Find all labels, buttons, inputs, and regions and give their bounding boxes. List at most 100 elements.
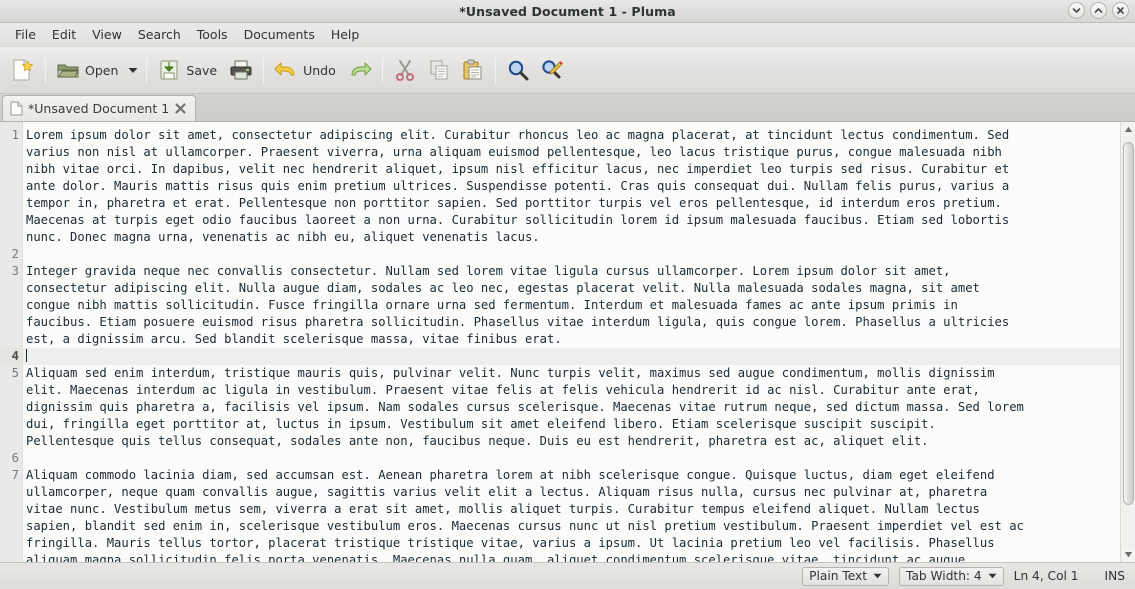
copy-button[interactable] [422,51,456,89]
scrollbar-track[interactable] [1121,136,1135,548]
triangle-down-icon [1124,552,1132,558]
toolbar-separator [146,57,148,83]
line-number [0,297,22,314]
scissors-icon [395,60,414,81]
text-line[interactable]: elit. Maecenas interdum ac ligula in ves… [23,382,1120,399]
text-line[interactable]: Maecenas at turpis eget odio faucibus la… [23,212,1120,229]
text-line[interactable]: est, a dignissim arcu. Sed blandit scele… [23,331,1120,348]
toolbar: Open Save Undo [0,47,1135,94]
save-button[interactable]: Save [152,51,224,89]
line-number [0,382,22,399]
text-line[interactable]: ante dolor. Mauris mattis risus quis eni… [23,178,1120,195]
line-number [0,178,22,195]
undo-arrow-icon [274,62,295,76]
maximize-button[interactable] [1090,2,1107,19]
line-number [0,195,22,212]
text-line[interactable] [23,246,1120,263]
open-dropdown-button[interactable] [125,51,141,89]
line-number-gutter: 1 2 3 45 6 7 [0,122,23,562]
line-number: 7 [11,468,19,482]
text-line[interactable]: tempor in, pharetra et erat. Pellentesqu… [23,195,1120,212]
minimize-button[interactable] [1068,2,1085,19]
redo-button[interactable] [343,51,377,89]
vertical-scrollbar[interactable] [1120,122,1135,562]
chevron-down-icon [128,67,138,73]
undo-button[interactable]: Undo [269,51,343,89]
line-number: 6 [11,451,19,465]
line-number [0,535,22,552]
menu-view[interactable]: View [84,24,130,46]
paste-button[interactable] [456,51,490,89]
line-number [0,280,22,297]
scroll-up-button[interactable] [1124,123,1133,136]
toolbar-separator [494,57,496,83]
menu-file[interactable]: File [7,24,44,46]
search-icon [508,60,529,81]
save-button-label: Save [186,62,218,78]
menu-help[interactable]: Help [323,24,368,46]
menu-search[interactable]: Search [130,24,189,46]
open-button[interactable]: Open [51,51,125,89]
menu-edit[interactable]: Edit [44,24,84,46]
line-number [0,212,22,229]
text-line[interactable]: Aliquam commodo lacinia diam, sed accums… [23,467,1120,484]
line-number: 1 [11,128,19,142]
printer-icon [230,60,252,80]
document-icon [10,101,23,116]
toolbar-separator [263,57,265,83]
close-button[interactable] [1112,2,1129,19]
text-line[interactable]: varius non nisl at ullamcorper. Praesent… [23,144,1120,161]
pluma-window: *Unsaved Document 1 - Pluma File Edit Vi… [0,0,1135,589]
text-line[interactable]: consectetur adipiscing elit. Nulla augue… [23,280,1120,297]
text-line[interactable]: sapien, blandit sed enim in, scelerisque… [23,518,1120,535]
line-number [0,331,22,348]
line-number [0,229,22,246]
text-cursor [26,349,27,362]
text-line[interactable]: nunc. Donec magna urna, venenatis ac nib… [23,229,1120,246]
undo-button-label: Undo [303,62,336,78]
menu-documents[interactable]: Documents [236,24,323,46]
tab-width-selector[interactable]: Tab Width: 4 [899,566,1004,586]
text-line[interactable] [23,450,1120,467]
scroll-down-button[interactable] [1124,548,1133,561]
text-line[interactable]: Integer gravida neque nec convallis cons… [23,263,1120,280]
text-line[interactable]: Pellentesque quis tellus consequat, soda… [23,433,1120,450]
print-button[interactable] [224,51,258,89]
language-selector[interactable]: Plain Text [802,566,890,586]
text-line[interactable]: ullamcorper, neque quam convallis augue,… [23,484,1120,501]
line-number [0,399,22,416]
title-bar: *Unsaved Document 1 - Pluma [0,0,1135,23]
editor-area[interactable]: 1 2 3 45 6 7 Lorem ipsum dolor sit amet, c… [0,122,1135,563]
line-number: 5 [11,366,19,380]
scrollbar-thumb[interactable] [1122,142,1134,505]
tab-unsaved-document-1[interactable]: *Unsaved Document 1 [2,95,197,121]
text-line[interactable] [23,348,1120,365]
close-icon [1117,7,1124,14]
text-line[interactable]: aliquam magna sollicitudin felis porta v… [23,552,1120,562]
tab-bar: *Unsaved Document 1 [0,94,1135,122]
text-line[interactable]: faucibus. Etiam posuere euismod risus ph… [23,314,1120,331]
cursor-position: Ln 4, Col 1 [1013,569,1079,583]
tab-close-icon[interactable] [174,102,187,115]
find-button[interactable] [501,51,535,89]
text-line[interactable]: vitae nunc. Vestibulum metus sem, viverr… [23,501,1120,518]
new-document-button[interactable] [4,51,40,89]
line-number [0,144,22,161]
copy-icon [430,60,448,80]
text-document[interactable]: Lorem ipsum dolor sit amet, consectetur … [23,122,1120,562]
toolbar-separator [381,57,383,83]
line-number [0,518,22,535]
open-button-label: Open [85,62,119,78]
find-replace-button[interactable] [535,51,569,89]
text-line[interactable]: dignissim quis pharetra a, facilisis vel… [23,399,1120,416]
text-line[interactable]: nibh vitae orci. In dapibus, velit nec h… [23,161,1120,178]
chevron-down-icon [988,573,997,579]
menu-tools[interactable]: Tools [189,24,236,46]
cut-button[interactable] [388,51,422,89]
toolbar-separator [45,57,46,83]
text-line[interactable]: Lorem ipsum dolor sit amet, consectetur … [23,127,1120,144]
text-line[interactable]: dui, fringilla eget porttitor at, luctus… [23,416,1120,433]
text-line[interactable]: congue nibh mattis sollicitudin. Fusce f… [23,297,1120,314]
text-line[interactable]: fringilla. Mauris tellus tortor, placera… [23,535,1120,552]
text-line[interactable]: Aliquam sed enim interdum, tristique mau… [23,365,1120,382]
